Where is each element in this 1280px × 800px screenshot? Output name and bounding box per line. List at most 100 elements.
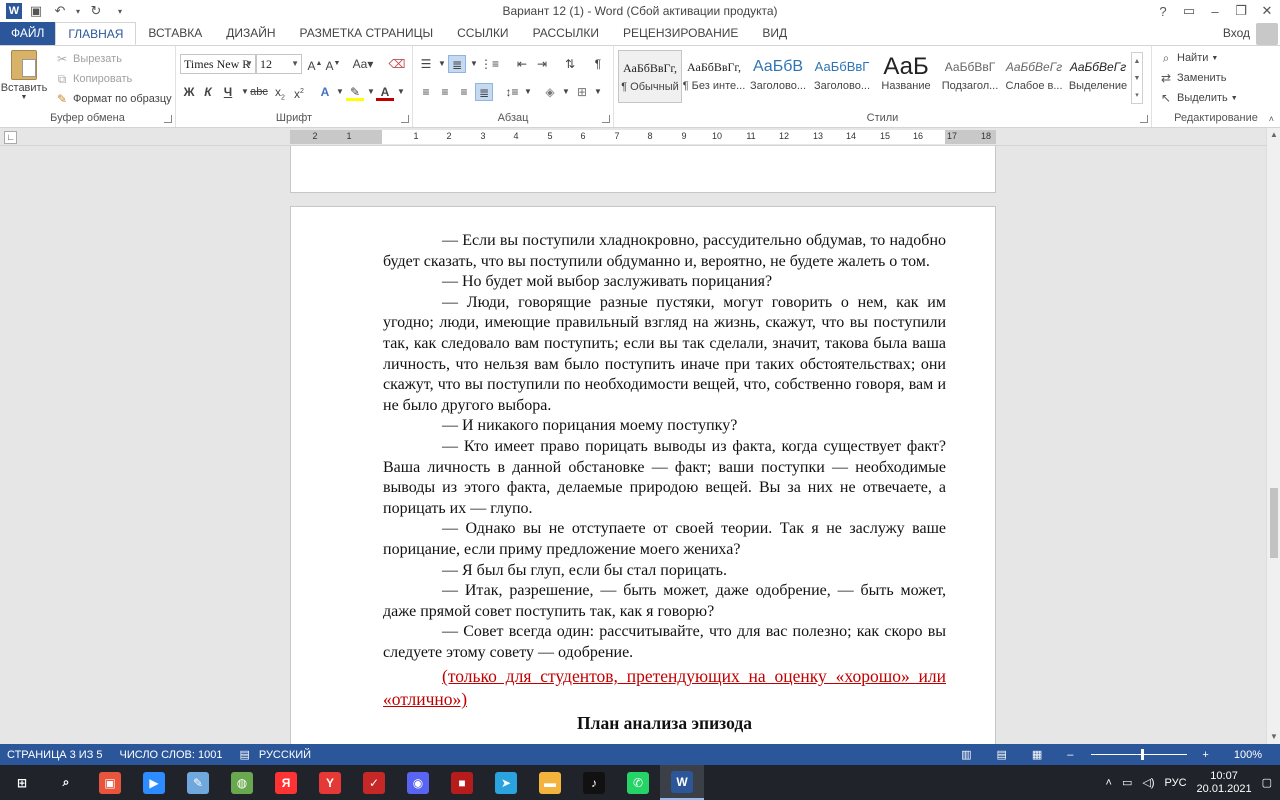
italic-button[interactable]: К (199, 83, 217, 101)
tab-home[interactable]: ГЛАВНАЯ (55, 22, 137, 45)
document-area[interactable]: — Если вы поступили хладнокровно, рассуд… (18, 146, 1266, 744)
language-indicator[interactable]: РУС (1165, 777, 1187, 789)
grow-font-icon[interactable]: A▲ (306, 55, 324, 73)
styles-scroll[interactable]: ▲ ▼ ▾ (1131, 52, 1143, 104)
taskbar-app-paint[interactable]: ✎ (176, 765, 220, 800)
tab-references[interactable]: ССЫЛКИ (445, 22, 520, 45)
align-right-icon[interactable]: ≡ (455, 83, 473, 101)
page-count[interactable]: СТРАНИЦА 3 ИЗ 5 (7, 749, 103, 761)
taskbar-app-app-red[interactable]: ▣ (88, 765, 132, 800)
scroll-down-icon[interactable]: ▼ (1267, 730, 1280, 744)
style-subtle-emphasis[interactable]: АаБбВеГг Слабое в... (1002, 50, 1066, 103)
style-no-spacing[interactable]: АаБбВвГг, ¶ Без инте... (682, 50, 746, 103)
paste-button[interactable]: Вставить ▼ (1, 50, 47, 101)
tab-layout[interactable]: РАЗМЕТКА СТРАНИЦЫ (288, 22, 446, 45)
language-status[interactable]: РУССКИЙ (259, 749, 311, 761)
align-left-icon[interactable]: ≡ (417, 83, 435, 101)
numbering-icon[interactable]: ≣ (448, 55, 466, 73)
style-title[interactable]: АаБ Название (874, 50, 938, 103)
multilevel-list-icon[interactable]: ⋮≡ (480, 55, 499, 73)
tray-chevron-icon[interactable]: ˄ (1106, 777, 1112, 789)
read-mode-icon[interactable]: ▥ (961, 748, 971, 761)
font-family-select[interactable]: Times New R ▼ (180, 54, 256, 74)
chevron-down-icon[interactable]: ▼ (392, 83, 410, 101)
zoom-knob[interactable] (1141, 749, 1145, 760)
styles-launcher-icon[interactable] (1140, 115, 1148, 123)
tab-design[interactable]: ДИЗАЙН (214, 22, 287, 45)
word-count[interactable]: ЧИСЛО СЛОВ: 1001 (120, 749, 223, 761)
chevron-down-icon[interactable]: ▼ (589, 83, 607, 101)
justify-icon[interactable]: ≣ (475, 83, 493, 101)
avatar[interactable] (1256, 23, 1278, 45)
style-normal[interactable]: АаБбВвГг, ¶ Обычный (618, 50, 682, 103)
taskbar-app-search[interactable]: ⌕ (44, 765, 88, 800)
collapse-ribbon-icon[interactable]: ˄ (1269, 114, 1274, 124)
document-page[interactable]: — Если вы поступили хладнокровно, рассуд… (290, 206, 996, 744)
superscript-icon[interactable]: x2 (290, 83, 308, 101)
change-case-icon[interactable]: Aa▾ (350, 55, 376, 73)
customize-qat-icon[interactable]: ▾ (110, 2, 130, 20)
increase-indent-icon[interactable]: ⇥ (533, 55, 551, 73)
tab-insert[interactable]: ВСТАВКА (136, 22, 214, 45)
taskbar-app-discord[interactable]: ◉ (396, 765, 440, 800)
clear-format-icon[interactable]: ⌫ (388, 55, 406, 73)
scroll-up-icon[interactable]: ▲ (1267, 128, 1280, 142)
tab-file[interactable]: ФАЙЛ (0, 22, 56, 45)
align-center-icon[interactable]: ≡ (436, 83, 454, 101)
vertical-scrollbar[interactable]: ▲ ▼ (1266, 128, 1280, 744)
undo-dropdown-icon[interactable]: ▾ (74, 2, 82, 20)
clipboard-launcher-icon[interactable] (164, 115, 172, 123)
web-layout-icon[interactable]: ▦ (1032, 748, 1042, 761)
zoom-in-icon[interactable]: + (1202, 749, 1208, 761)
ribbon-display-icon[interactable]: ▭ (1176, 0, 1202, 22)
zoom-level[interactable]: 100% (1234, 749, 1262, 761)
zoom-slider[interactable] (1091, 749, 1188, 760)
replace-button[interactable]: ⇄ Заменить (1158, 70, 1226, 86)
style-heading-1[interactable]: АаБбВ Заголово... (746, 50, 810, 103)
shrink-font-icon[interactable]: A▼ (324, 55, 342, 73)
document-text[interactable]: — Если вы поступили хладнокровно, рассуд… (383, 231, 946, 734)
style-emphasis[interactable]: АаБбВеГг Выделение (1066, 50, 1130, 103)
save-icon[interactable]: ▣ (26, 2, 46, 20)
paragraph-launcher-icon[interactable] (602, 115, 610, 123)
redo-icon[interactable]: ↻ (86, 2, 106, 20)
decrease-indent-icon[interactable]: ⇤ (513, 55, 531, 73)
subscript-icon[interactable]: x2 (271, 83, 289, 101)
taskbar-app-start[interactable]: ⊞ (0, 765, 44, 800)
bold-button[interactable]: Ж (180, 83, 198, 101)
network-icon[interactable]: ▭ (1122, 776, 1132, 789)
tab-view[interactable]: ВИД (750, 22, 799, 45)
minimize-icon[interactable]: – (1202, 0, 1228, 22)
taskbar-app-word[interactable]: W (660, 765, 704, 800)
copy-button[interactable]: ⧉ Копировать (54, 71, 133, 87)
volume-icon[interactable]: ◁) (1142, 776, 1154, 789)
proofing-icon[interactable]: ▤ (239, 748, 249, 761)
taskbar-app-tiktok[interactable]: ♪ (572, 765, 616, 800)
style-heading-2[interactable]: АаБбВвГ Заголово... (810, 50, 874, 103)
underline-button[interactable]: Ч (219, 83, 237, 101)
tab-selector-icon[interactable]: ∟ (4, 131, 17, 144)
chevron-down-icon[interactable]: ▼ (519, 83, 537, 101)
scroll-thumb[interactable] (1270, 488, 1278, 558)
horizontal-ruler[interactable]: 2 1 1 2 3 4 5 6 7 8 9 10 11 12 13 14 15 … (290, 130, 996, 144)
help-icon[interactable]: ? (1150, 0, 1176, 22)
style-subtitle[interactable]: АаБбВвГ Подзагол... (938, 50, 1002, 103)
maximize-icon[interactable]: ❐ (1228, 0, 1254, 22)
undo-icon[interactable]: ↶ (50, 2, 70, 20)
select-button[interactable]: ↖ Выделить ▼ (1158, 90, 1238, 106)
zoom-out-icon[interactable]: – (1067, 749, 1073, 761)
taskbar-app-zoom[interactable]: ▶ (132, 765, 176, 800)
taskbar-app-app-black[interactable]: ■ (440, 765, 484, 800)
taskbar-app-yandex-browser[interactable]: Y (308, 765, 352, 800)
tab-mailings[interactable]: РАССЫЛКИ (521, 22, 611, 45)
cut-button[interactable]: ✂ Вырезать (54, 51, 122, 67)
tab-review[interactable]: РЕЦЕНЗИРОВАНИЕ (611, 22, 750, 45)
strikethrough-icon[interactable]: abc (250, 83, 268, 101)
find-button[interactable]: ⌕ Найти ▼ (1158, 50, 1219, 66)
notifications-icon[interactable]: ▢ (1262, 776, 1272, 789)
show-marks-icon[interactable]: ¶ (589, 55, 607, 73)
close-icon[interactable]: ✕ (1254, 0, 1280, 22)
font-size-select[interactable]: 12 ▼ (256, 54, 302, 74)
font-launcher-icon[interactable] (401, 115, 409, 123)
taskbar-app-app-check[interactable]: ✓ (352, 765, 396, 800)
